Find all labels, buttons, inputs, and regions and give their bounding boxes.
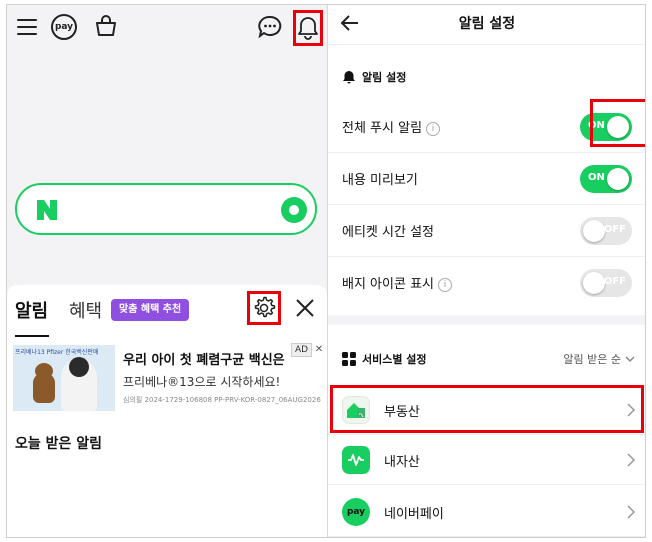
page-title: 알림 설정 bbox=[458, 16, 516, 32]
promo-badge[interactable]: 맞춤 혜택 추천 bbox=[111, 299, 190, 321]
chat-icon[interactable] bbox=[257, 14, 283, 40]
ad-image: 프리베나13 Pfizer 한국백신판매 bbox=[13, 345, 115, 411]
ad-title: 우리 아이 첫 폐렴구균 백신은 bbox=[123, 353, 285, 368]
chevron-right-icon bbox=[627, 505, 636, 519]
screenshot-frame: pay 알림 혜택 맞춤 혜택 추천 프리베나13 Pfizer 한국백신판매 … bbox=[6, 4, 646, 538]
grid-icon bbox=[342, 352, 356, 366]
section-divider bbox=[328, 315, 645, 325]
toggle-badge-icon[interactable]: OFF bbox=[580, 269, 632, 297]
chevron-down-icon bbox=[625, 356, 635, 362]
toggle-state: OFF bbox=[603, 224, 626, 235]
naver-logo-icon bbox=[35, 198, 59, 222]
row-label: 전체 푸시 알림 bbox=[342, 121, 423, 136]
section-title: 알림 설정 bbox=[362, 71, 407, 84]
info-icon[interactable]: i bbox=[438, 278, 452, 292]
today-notifications-title: 오늘 받은 알림 bbox=[15, 436, 103, 452]
naver-main-screen: pay 알림 혜택 맞춤 혜택 추천 프리베나13 Pfizer 한국백신판매 … bbox=[7, 5, 327, 537]
ad-subtitle: 프리베나®13으로 시작하세요! bbox=[123, 375, 281, 389]
search-bar[interactable] bbox=[15, 183, 317, 235]
row-badge-icon: 배지 아이콘 표시 i OFF bbox=[328, 257, 645, 309]
teddy-bear-image bbox=[33, 363, 55, 403]
chevron-right-icon bbox=[627, 453, 636, 467]
settings-header: 알림 설정 bbox=[328, 5, 645, 45]
top-bar: pay bbox=[7, 5, 327, 49]
service-row-my-assets[interactable]: 내자산 bbox=[328, 435, 645, 485]
ad-logo-strip: 프리베나13 Pfizer 한국백신판매 bbox=[15, 349, 99, 356]
menu-icon[interactable] bbox=[15, 15, 39, 39]
bell-icon[interactable] bbox=[293, 10, 323, 46]
ad-banner[interactable]: 프리베나13 Pfizer 한국백신판매 우리 아이 첫 폐렴구균 백신은 프리… bbox=[7, 341, 327, 415]
section-notification-settings: 알림 설정 bbox=[342, 69, 406, 85]
row-label: 배지 아이콘 표시 bbox=[342, 277, 434, 292]
info-icon[interactable]: i bbox=[426, 122, 441, 136]
shopping-bag-icon[interactable] bbox=[93, 13, 119, 39]
row-label: 내용 미리보기 bbox=[342, 173, 418, 188]
sort-label: 알림 받은 순 bbox=[563, 353, 621, 366]
highlight-box bbox=[330, 385, 644, 433]
toggle-etiquette-time[interactable]: OFF bbox=[580, 217, 632, 245]
row-preview: 내용 미리보기 ON bbox=[328, 153, 645, 205]
bell-small-icon bbox=[343, 71, 355, 84]
tab-active-underline bbox=[15, 335, 49, 337]
my-assets-icon bbox=[342, 446, 370, 474]
section-title: 서비스별 설정 bbox=[362, 353, 427, 366]
row-etiquette-time: 에티켓 시간 설정 OFF bbox=[328, 205, 645, 257]
tab-alarm[interactable]: 알림 bbox=[15, 297, 48, 323]
person-image bbox=[61, 357, 97, 411]
row-label: 에티켓 시간 설정 bbox=[342, 225, 434, 240]
gear-icon[interactable] bbox=[247, 291, 281, 325]
tab-benefit[interactable]: 혜택 bbox=[69, 297, 102, 323]
section-service-settings: 서비스별 설정 bbox=[342, 351, 427, 367]
ad-close-button[interactable]: ✕ bbox=[313, 343, 325, 357]
service-label: 네이버페이 bbox=[384, 507, 444, 522]
sort-dropdown[interactable]: 알림 받은 순 bbox=[563, 351, 635, 367]
naver-pay-icon: pay bbox=[342, 498, 370, 526]
notification-sheet: 알림 혜택 맞춤 혜택 추천 프리베나13 Pfizer 한국백신판매 우리 아… bbox=[7, 285, 327, 537]
highlight-box bbox=[590, 99, 645, 147]
toggle-state: ON bbox=[588, 172, 605, 183]
pay-icon[interactable]: pay bbox=[51, 14, 77, 40]
service-row-naver-pay[interactable]: pay 네이버페이 bbox=[328, 487, 645, 537]
toggle-state: OFF bbox=[603, 276, 626, 287]
service-label: 내자산 bbox=[384, 455, 420, 470]
ad-badge: AD bbox=[291, 343, 313, 357]
ad-fineprint: 심의필 2024-1729-106808 PP-PRV-KOR-0827_06A… bbox=[123, 396, 321, 404]
notification-settings-screen: 알림 설정 알림 설정 전체 푸시 알림 i ON 내용 미리보기 ON 에티켓 … bbox=[327, 5, 645, 537]
toggle-preview[interactable]: ON bbox=[580, 165, 632, 193]
green-dot-icon[interactable] bbox=[281, 197, 307, 223]
close-icon[interactable] bbox=[293, 296, 317, 320]
